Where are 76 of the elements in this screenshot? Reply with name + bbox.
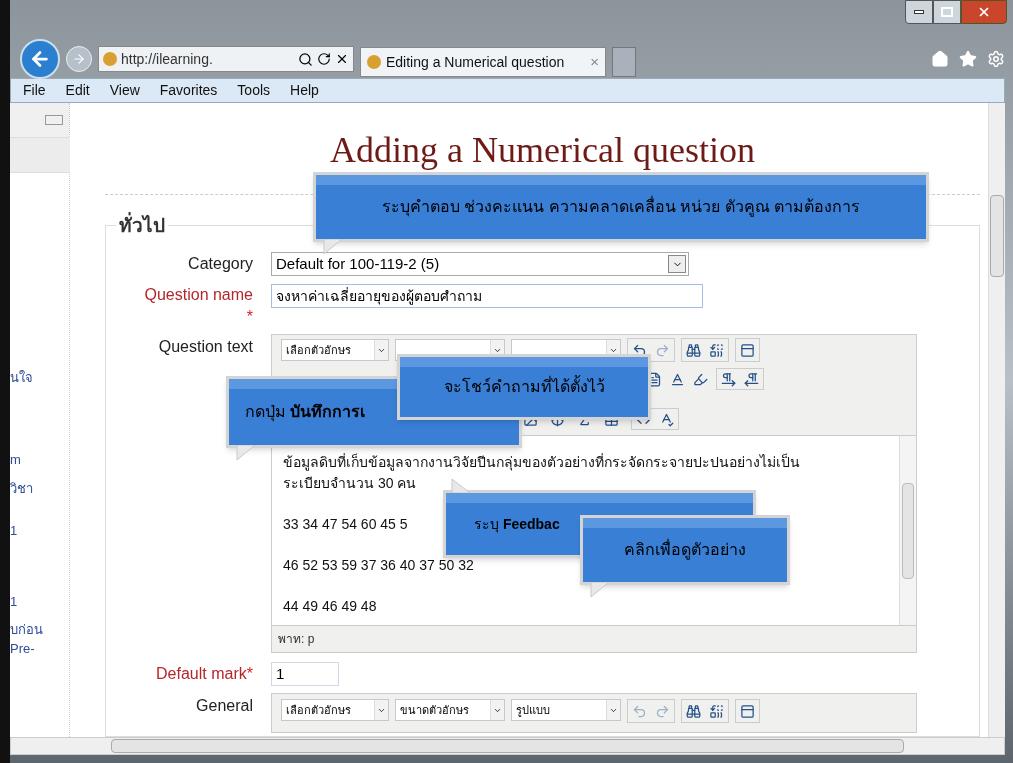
editor-text-line: ระเบียบจำนวน 30 คน: [283, 474, 417, 493]
editor-paragraph: 33 34 47 54 60 45 5: [283, 515, 408, 534]
fullscreen-icon[interactable]: [740, 703, 755, 719]
scrollbar-thumb[interactable]: [111, 739, 904, 753]
minimize-icon: [914, 10, 924, 14]
home-icon[interactable]: [931, 50, 949, 68]
site-icon: [367, 55, 381, 69]
address-bar[interactable]: http://ilearning.: [98, 46, 354, 72]
forward-arrow-icon: [72, 52, 86, 66]
sidebar-link[interactable]: 1: [10, 520, 69, 540]
editor-paragraph: 46 52 53 59 37 36 40 37 50 32: [283, 556, 474, 575]
menu-item[interactable]: File: [23, 80, 46, 101]
tooltip-text: จะโชว์คำถามที่ได้ตั้งไว้: [443, 375, 605, 399]
search-icon[interactable]: [298, 51, 313, 67]
field-label: Category: [188, 255, 253, 272]
close-icon: [977, 5, 991, 19]
scrollbar[interactable]: [899, 436, 916, 625]
dropdown[interactable]: รูปแบบ: [511, 699, 621, 721]
required-mark: *: [246, 665, 253, 682]
dropdown[interactable]: เลือกตัวอักษร: [281, 699, 389, 721]
tooltip-text: ระบุคำตอบ ช่วงคะแนน ความคลาดเคลื่อน หน่วย ตัวคูณ ตามต้องการ: [381, 195, 861, 219]
replace-icon[interactable]: [709, 703, 724, 719]
sidebar-link[interactable]: บก่อน: [10, 619, 69, 639]
left-to-right-icon[interactable]: [721, 371, 736, 387]
default-mark-field[interactable]: 1: [271, 662, 339, 686]
block-controls-icon[interactable]: [45, 115, 63, 125]
search-icon[interactable]: [686, 342, 701, 358]
tooltip-text: คลิกเพื่อดูตัวอย่าง: [624, 538, 746, 562]
editor-paragraph: 44 49 46 49 48: [283, 597, 377, 616]
right-to-left-icon[interactable]: [744, 371, 759, 387]
minimize-button[interactable]: [905, 0, 933, 24]
sidebar-link[interactable]: 1: [10, 592, 69, 612]
scrollbar-thumb[interactable]: [902, 482, 914, 579]
dropdown[interactable]: เลือกตัวอักษร: [281, 339, 389, 361]
forward-button[interactable]: [66, 46, 92, 72]
scrollbar-thumb[interactable]: [990, 195, 1004, 277]
back-button[interactable]: [20, 39, 60, 79]
field-label: Default mark: [156, 665, 247, 682]
menu-item[interactable]: View: [109, 80, 140, 101]
required-mark: *: [246, 307, 253, 327]
menu-item[interactable]: Favorites: [159, 80, 218, 101]
text-color-icon[interactable]: [670, 371, 685, 387]
replace-icon[interactable]: [709, 342, 724, 358]
field-label: Question text: [158, 338, 253, 355]
category-select[interactable]: Default for 100-119-2 (5): [271, 252, 689, 276]
editor-text-line: ข้อมูลดิบที่เก็บข้อมูลจากงานวิจัยปีนกลุ่มของตัวอย่างที่กระจัดกระจายปะปนอย่างไม่เป็น: [283, 452, 800, 473]
horizontal-scrollbar[interactable]: [10, 737, 1005, 755]
spellcheck-icon[interactable]: [659, 411, 674, 427]
browser-tab[interactable]: Editing a Numerical question ×: [360, 47, 606, 77]
sidebar-link[interactable]: นใจ: [10, 368, 69, 388]
tooltip-text: ระบุ Feedbac: [474, 514, 560, 535]
site-icon: [103, 52, 117, 66]
close-button[interactable]: [961, 0, 1007, 24]
field-label: Question name: [144, 285, 253, 305]
page-title: Adding a Numerical question: [329, 129, 756, 172]
refresh-icon[interactable]: [317, 52, 331, 66]
sidebar-link[interactable]: วิชา: [10, 479, 69, 499]
stop-icon[interactable]: [335, 52, 349, 66]
sidebar-link[interactable]: Pre-: [10, 639, 69, 659]
text-editor[interactable]: เลือกตัวอักษร ขนาดตัวอักษร รูปแบบ: [271, 693, 917, 733]
search-icon[interactable]: [686, 703, 701, 719]
maximize-button[interactable]: [933, 0, 961, 24]
question-name-field[interactable]: จงหาค่าเฉลี่ยอายุของผู้ตอบศำถาม: [271, 284, 703, 308]
highlight-icon[interactable]: [693, 371, 708, 387]
menu-item[interactable]: Tools: [237, 80, 271, 101]
fullscreen-icon[interactable]: [740, 342, 755, 358]
favorites-icon[interactable]: [959, 50, 977, 68]
vertical-scrollbar[interactable]: [988, 103, 1005, 737]
menu-item[interactable]: Help: [290, 80, 319, 101]
maximize-icon: [941, 7, 953, 17]
field-label: General: [196, 697, 253, 714]
dropdown[interactable]: ขนาดตัวอักษร: [395, 699, 505, 721]
element-path: พาท: p: [278, 631, 315, 648]
settings-icon[interactable]: [987, 50, 1005, 68]
sidebar-link[interactable]: m: [10, 449, 69, 469]
menu-item[interactable]: Edit: [65, 80, 90, 101]
